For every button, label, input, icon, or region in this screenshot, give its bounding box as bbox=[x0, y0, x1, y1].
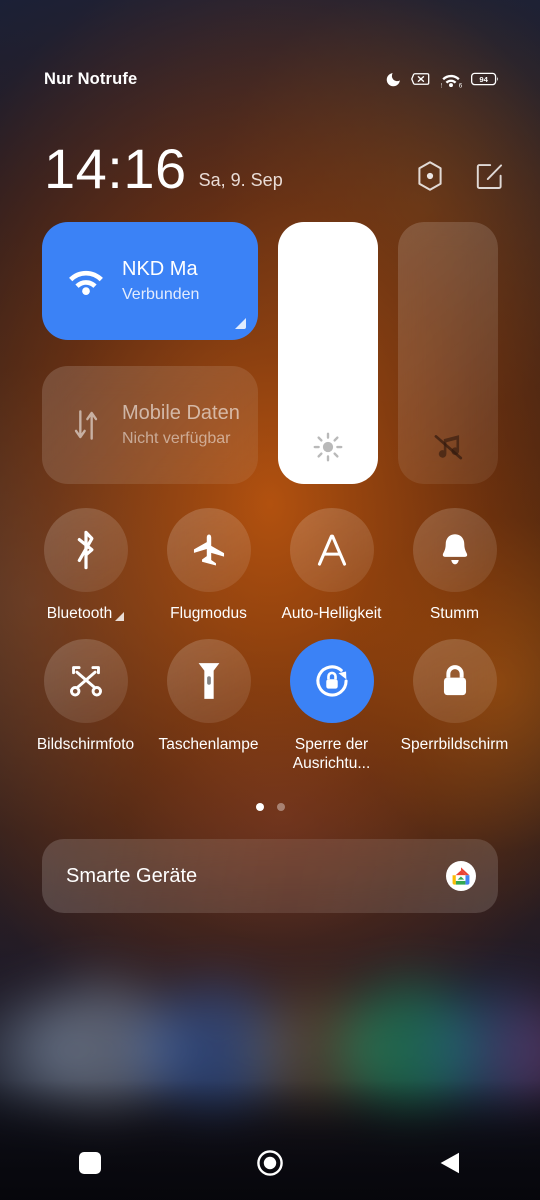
clock-date: Sa, 9. Sep bbox=[198, 170, 283, 190]
quick-toggle-grid: Bluetooth Flugmodus Auto-Helligkeit Stum… bbox=[24, 508, 516, 773]
brightness-slider[interactable] bbox=[278, 222, 378, 484]
clock-header: 14:16 Sa, 9. Sep bbox=[44, 126, 504, 200]
navigation-bar bbox=[0, 1126, 540, 1200]
sun-icon bbox=[278, 432, 378, 462]
hexagon-gear-icon[interactable] bbox=[415, 160, 445, 192]
toggle-silent[interactable]: Stumm bbox=[393, 508, 516, 623]
battery-icon: 94 bbox=[471, 72, 499, 86]
clock-time: 14:16 bbox=[44, 137, 187, 200]
auto-brightness-a-icon bbox=[317, 534, 346, 566]
toggle-lock-screen-label: Sperrbildschirm bbox=[400, 736, 509, 753]
bell-icon bbox=[442, 534, 467, 565]
toggle-silent-label: Stumm bbox=[429, 605, 480, 622]
toggle-silent-circle[interactable] bbox=[412, 508, 497, 592]
mobile-data-arrows-icon bbox=[62, 408, 110, 442]
nav-home-button[interactable] bbox=[227, 1132, 313, 1194]
volume-slider[interactable] bbox=[398, 222, 498, 484]
sim-disabled-icon bbox=[411, 73, 430, 85]
nav-recents-button[interactable] bbox=[47, 1132, 133, 1194]
google-home-icon[interactable] bbox=[446, 861, 476, 891]
page-dot[interactable] bbox=[276, 803, 285, 811]
toggle-rotation-lock[interactable]: Sperre der Ausrichtu... bbox=[270, 639, 393, 773]
status-icons: 6 ⁞ 94 bbox=[385, 71, 500, 88]
toggle-flashlight-label: Taschenlampe bbox=[158, 736, 259, 753]
square-icon bbox=[79, 1152, 101, 1174]
nav-back-button[interactable] bbox=[407, 1132, 493, 1194]
do-not-disturb-icon bbox=[386, 72, 400, 86]
edit-pencil-icon[interactable] bbox=[475, 162, 504, 191]
svg-text:⁞: ⁞ bbox=[441, 82, 443, 88]
tile-wifi[interactable]: NKD Ma Verbunden bbox=[42, 222, 258, 340]
toggle-airplane-mode-label: Flugmodus bbox=[170, 605, 247, 622]
tile-wifi-ssid: NKD Ma bbox=[122, 257, 198, 280]
expand-triangle-icon[interactable] bbox=[115, 612, 125, 621]
tile-mobile-data-title: Mobile Daten bbox=[122, 401, 240, 424]
page-indicator bbox=[0, 803, 540, 811]
toggle-screenshot-circle[interactable] bbox=[43, 639, 128, 723]
toggle-bluetooth[interactable]: Bluetooth bbox=[24, 508, 147, 623]
flashlight-icon bbox=[198, 663, 219, 699]
wifi-icon: 6 ⁞ bbox=[441, 74, 462, 88]
tile-mobile-data-status: Nicht verfügbar bbox=[122, 429, 231, 447]
toggle-auto-brightness-label: Auto-Helligkeit bbox=[281, 605, 382, 622]
toggle-auto-brightness[interactable]: Auto-Helligkeit bbox=[270, 508, 393, 623]
smart-devices-label: Smarte Geräte bbox=[66, 864, 198, 887]
status-bar: Nur Notrufe 6 ⁞ 94 bbox=[0, 62, 540, 96]
toggle-bluetooth-circle[interactable] bbox=[43, 508, 128, 592]
screenshot-scissors-icon bbox=[69, 666, 102, 697]
page-dot-active[interactable] bbox=[255, 803, 264, 811]
tile-mobile-data-text: Mobile Daten Nicht verfügbar bbox=[122, 401, 240, 450]
tile-wifi-status: Verbunden bbox=[122, 285, 200, 303]
toggle-airplane-mode[interactable]: Flugmodus bbox=[147, 508, 270, 623]
rotation-lock-icon bbox=[315, 665, 348, 697]
tile-expand-corner-icon[interactable] bbox=[235, 318, 246, 329]
header-actions bbox=[415, 160, 504, 196]
battery-level-label: 94 bbox=[479, 75, 488, 84]
airplane-icon bbox=[193, 534, 224, 566]
clock-group: 14:16 Sa, 9. Sep bbox=[44, 137, 283, 200]
toggle-bluetooth-label: Bluetooth bbox=[32, 604, 140, 623]
toggle-lock-screen-circle[interactable] bbox=[412, 639, 497, 723]
wifi-generation-badge: 6 bbox=[459, 82, 462, 88]
tile-mobile-data[interactable]: Mobile Daten Nicht verfügbar bbox=[42, 366, 258, 484]
toggle-airplane-mode-circle[interactable] bbox=[166, 508, 251, 592]
triangle-left-icon bbox=[440, 1152, 459, 1174]
toggle-rotation-lock-label: Sperre der Ausrichtu... bbox=[292, 736, 371, 772]
tile-wifi-text: NKD Ma Verbunden bbox=[122, 257, 199, 306]
bluetooth-icon bbox=[77, 530, 93, 570]
music-note-muted-icon bbox=[398, 432, 498, 462]
toggle-screenshot[interactable]: Bildschirmfoto bbox=[24, 639, 147, 773]
lock-icon bbox=[443, 665, 466, 696]
toggle-flashlight[interactable]: Taschenlampe bbox=[147, 639, 270, 773]
toggle-auto-brightness-circle[interactable] bbox=[289, 508, 374, 592]
smart-devices-card[interactable]: Smarte Geräte bbox=[42, 839, 498, 913]
wifi-icon bbox=[62, 265, 110, 297]
quick-settings-tiles: NKD Ma Verbunden Mobile Daten Nicht verf… bbox=[42, 222, 498, 484]
carrier-label: Nur Notrufe bbox=[44, 69, 138, 88]
circle-icon bbox=[257, 1150, 283, 1176]
toggle-flashlight-circle[interactable] bbox=[166, 639, 251, 723]
toggle-rotation-lock-circle[interactable] bbox=[289, 639, 374, 723]
toggle-lock-screen[interactable]: Sperrbildschirm bbox=[393, 639, 516, 773]
toggle-screenshot-label: Bildschirmfoto bbox=[36, 736, 135, 753]
